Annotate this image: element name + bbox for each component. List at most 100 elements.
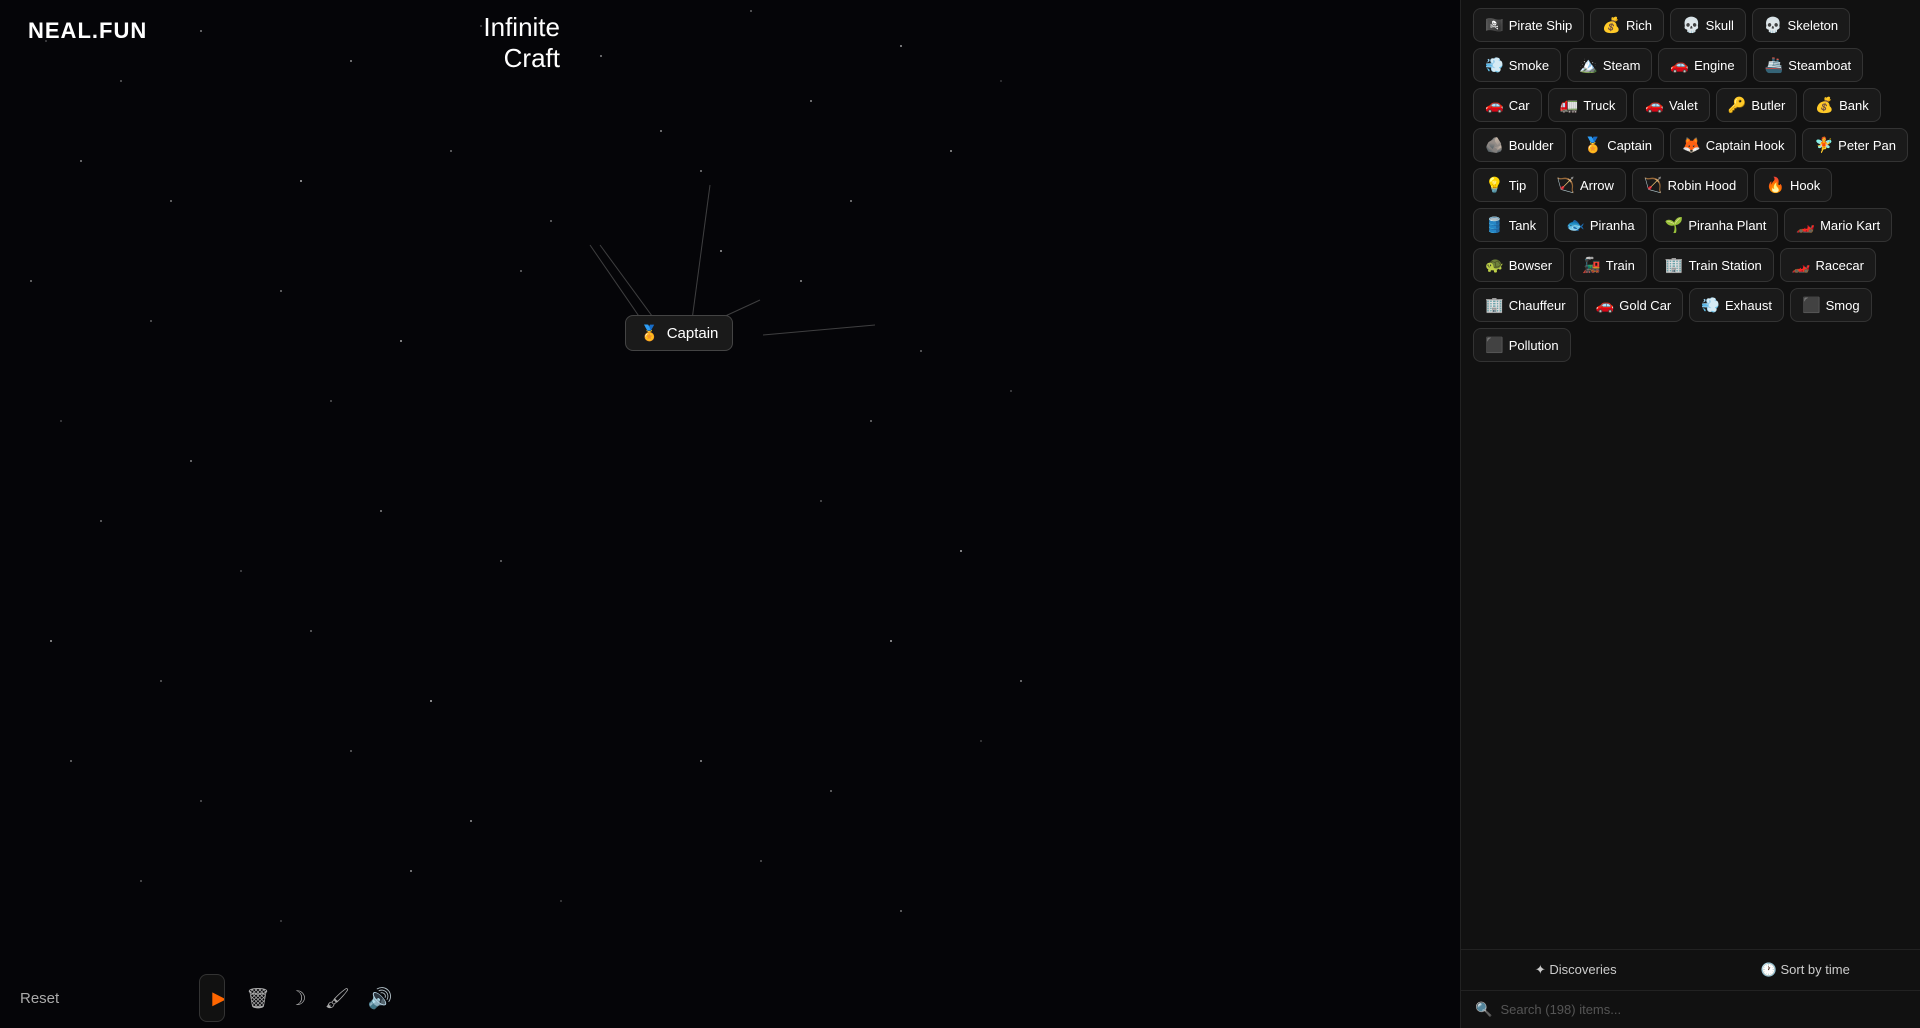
item-btn-captain-hook[interactable]: 🦊Captain Hook <box>1670 128 1796 162</box>
item-btn-chauffeur[interactable]: 🏢Chauffeur <box>1473 288 1578 322</box>
item-emoji: 🐟 <box>1566 216 1585 234</box>
item-label: Steamboat <box>1788 58 1851 73</box>
star <box>700 170 702 172</box>
item-btn-tip[interactable]: 💡 Tip <box>1473 168 1538 202</box>
sort-tab[interactable]: 🕐 Sort by time <box>1691 950 1920 990</box>
item-btn-bank[interactable]: 💰 Bank <box>1803 88 1880 122</box>
item-emoji: 💡 <box>1485 176 1504 194</box>
item-btn-valet[interactable]: 🚗Valet <box>1633 88 1709 122</box>
item-label: Pirate Ship <box>1509 18 1573 33</box>
item-btn-boulder[interactable]: 🪨Boulder <box>1473 128 1566 162</box>
item-btn-pirate-ship[interactable]: 🏴‍☠️Pirate Ship <box>1473 8 1584 42</box>
item-label: Car <box>1509 98 1530 113</box>
item-emoji: 💰 <box>1815 96 1834 114</box>
item-btn-piranha[interactable]: 🐟 Piranha <box>1554 208 1647 242</box>
star <box>1000 80 1002 82</box>
star <box>760 860 762 862</box>
star <box>560 900 562 902</box>
item-emoji: ⬛ <box>1485 336 1504 354</box>
star <box>900 910 902 912</box>
item-btn-steamboat[interactable]: 🚢Steamboat <box>1753 48 1864 82</box>
item-btn-pollution[interactable]: ⬛Pollution <box>1473 328 1571 362</box>
item-btn-skull[interactable]: 💀 Skull <box>1670 8 1746 42</box>
star <box>900 45 902 47</box>
star <box>30 280 32 282</box>
item-btn-arrow[interactable]: 🏹Arrow <box>1544 168 1626 202</box>
bottom-bar: Reset ▶ esade.edu/ Masters in Management… <box>0 968 400 1028</box>
item-btn-skeleton[interactable]: 💀Skeleton <box>1752 8 1850 42</box>
dark-mode-button[interactable]: ☽ <box>289 986 307 1011</box>
sound-button[interactable]: 🔊 <box>368 986 393 1011</box>
reset-button[interactable]: Reset <box>20 990 59 1007</box>
item-btn-truck[interactable]: 🚛Truck <box>1548 88 1628 122</box>
item-label: Tip <box>1509 178 1527 193</box>
item-btn-train-station[interactable]: 🏢Train Station <box>1653 248 1774 282</box>
item-btn-gold-car[interactable]: 🚗Gold Car <box>1584 288 1684 322</box>
star <box>240 570 242 572</box>
star <box>550 220 552 222</box>
star <box>470 820 472 822</box>
item-btn-tank[interactable]: 🛢️Tank <box>1473 208 1548 242</box>
item-btn-smog[interactable]: ⬛Smog <box>1790 288 1872 322</box>
item-btn-racecar[interactable]: 🏎️Racecar <box>1780 248 1876 282</box>
item-emoji: 💀 <box>1682 16 1701 34</box>
bottom-icons: 🗑 ☽ 🖌 🔊 <box>245 986 393 1011</box>
star <box>890 640 892 642</box>
item-label: Skull <box>1706 18 1734 33</box>
connection-lines <box>0 0 1460 1028</box>
item-emoji: 🏢 <box>1665 256 1684 274</box>
item-btn-steam[interactable]: 🏔️Steam <box>1567 48 1652 82</box>
star <box>980 740 982 742</box>
item-btn-mario-kart[interactable]: 🏎️Mario Kart <box>1784 208 1892 242</box>
item-emoji: 🔥 <box>1766 176 1785 194</box>
item-btn-captain[interactable]: 🏅 Captain <box>1572 128 1665 162</box>
item-emoji: 🚗 <box>1670 56 1689 74</box>
star <box>80 160 82 162</box>
ad-arrow-icon: ▶ <box>212 988 225 1009</box>
item-emoji: ⬛ <box>1802 296 1821 314</box>
item-btn-peter-pan[interactable]: 🧚Peter Pan <box>1802 128 1908 162</box>
captain-canvas-element[interactable]: 🏅 Captain <box>625 315 733 351</box>
star <box>800 280 802 282</box>
item-btn-exhaust[interactable]: 💨Exhaust <box>1689 288 1784 322</box>
item-emoji: 🏅 <box>1584 136 1603 154</box>
sidebar: 🏴‍☠️Pirate Ship💰Rich💀Skull💀Skeleton💨Smok… <box>1460 0 1920 1028</box>
item-btn-hook[interactable]: 🔥Hook <box>1754 168 1832 202</box>
delete-button[interactable]: 🗑 <box>245 986 270 1011</box>
item-label: Robin Hood <box>1668 178 1737 193</box>
item-label: Bank <box>1839 98 1869 113</box>
item-btn-butler[interactable]: 🔑Butler <box>1716 88 1798 122</box>
item-btn-rich[interactable]: 💰Rich <box>1590 8 1664 42</box>
item-label: Piranha Plant <box>1688 218 1766 233</box>
item-btn-piranha-plant[interactable]: 🌱Piranha Plant <box>1653 208 1779 242</box>
star <box>380 510 382 512</box>
item-btn-engine[interactable]: 🚗Engine <box>1658 48 1746 82</box>
item-label: Train <box>1606 258 1635 273</box>
search-input[interactable] <box>1500 1002 1906 1017</box>
item-emoji: 🛢️ <box>1485 216 1504 234</box>
item-label: Smoke <box>1509 58 1549 73</box>
discoveries-tab[interactable]: ✦ Discoveries <box>1461 950 1691 990</box>
item-label: Racecar <box>1815 258 1863 273</box>
item-btn-train[interactable]: 🚂Train <box>1570 248 1647 282</box>
star <box>280 920 282 922</box>
item-emoji: 💨 <box>1701 296 1720 314</box>
star <box>150 320 152 322</box>
item-label: Rich <box>1626 18 1652 33</box>
brush-button[interactable]: 🖌 <box>325 986 350 1011</box>
item-btn-robin-hood[interactable]: 🏹Robin Hood <box>1632 168 1748 202</box>
canvas-area[interactable]: NEAL.FUN InfiniteCraft 🏅 Captain Reset ▶… <box>0 0 1460 1028</box>
item-btn-car[interactable]: 🚗 Car <box>1473 88 1542 122</box>
star <box>660 130 662 132</box>
footer-tabs: ✦ Discoveries 🕐 Sort by time <box>1461 950 1920 991</box>
item-emoji: 🦊 <box>1682 136 1701 154</box>
item-label: Captain <box>1607 138 1652 153</box>
item-btn-bowser[interactable]: 🐢Bowser <box>1473 248 1564 282</box>
item-emoji: 🚗 <box>1485 96 1504 114</box>
item-btn-smoke[interactable]: 💨Smoke <box>1473 48 1561 82</box>
star <box>350 60 352 62</box>
items-grid: 🏴‍☠️Pirate Ship💰Rich💀Skull💀Skeleton💨Smok… <box>1461 0 1920 949</box>
star <box>480 25 482 27</box>
item-label: Mario Kart <box>1820 218 1880 233</box>
item-label: Piranha <box>1590 218 1635 233</box>
